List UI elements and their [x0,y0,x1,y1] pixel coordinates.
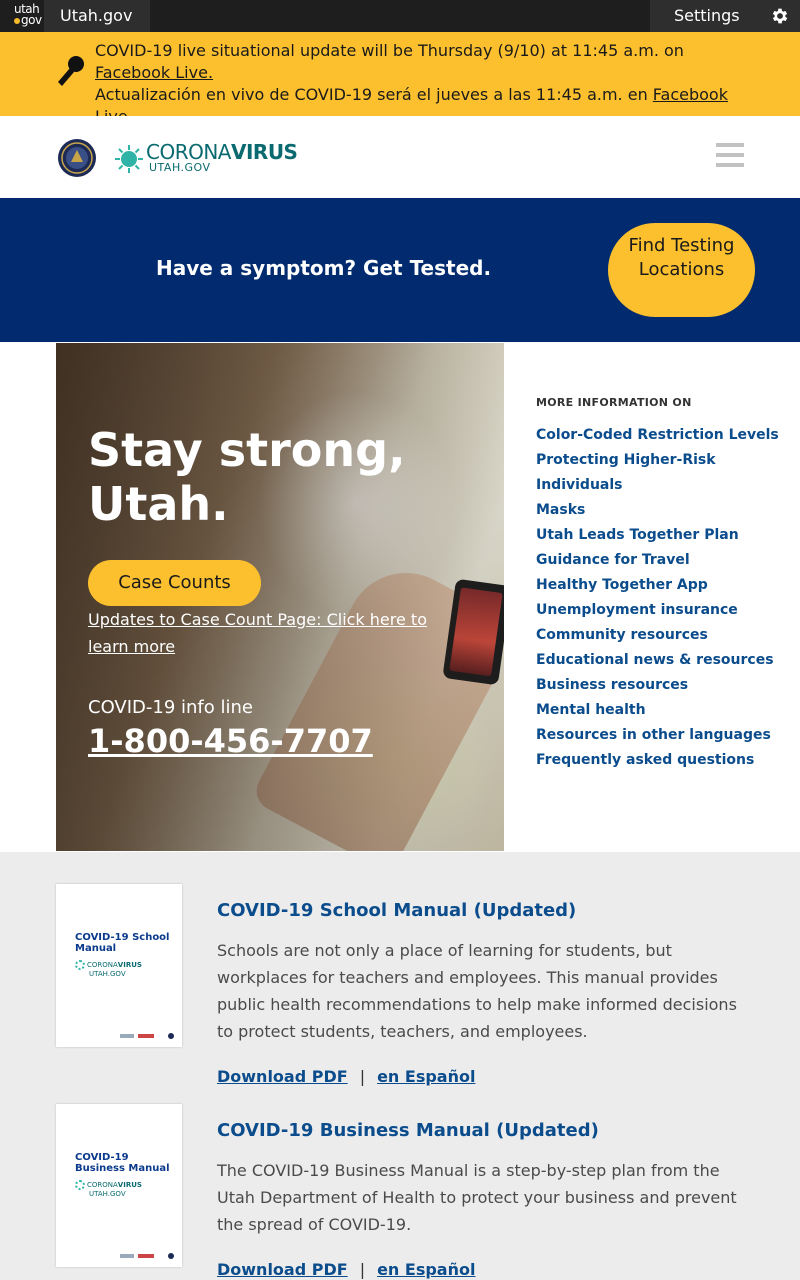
hero-title: Stay strong, Utah. [88,423,406,531]
manual-card-business: COVID-19 Business Manual CORONAVIRUS UTAH… [56,1104,756,1280]
spanish-pdf-link[interactable]: en Español [377,1067,475,1086]
info-line-label: COVID-19 info line [88,697,253,718]
manual-links: Download PDF | en Español [217,1067,475,1086]
more-info-link[interactable]: Healthy Together App [536,573,786,598]
more-info-link[interactable]: Guidance for Travel [536,548,786,573]
business-manual-thumbnail[interactable]: COVID-19 Business Manual CORONAVIRUS UTAH… [56,1104,182,1267]
manual-description: Schools are not only a place of learning… [217,941,737,1041]
alert-text: COVID-19 live situational update will be… [95,40,735,128]
thumb-title: COVID-19 School Manual [75,932,170,954]
more-info-link[interactable]: Business resources [536,673,786,698]
manual-title[interactable]: COVID-19 Business Manual (Updated) [217,1120,599,1141]
spanish-pdf-link[interactable]: en Español [377,1260,475,1279]
thumb-virus-icon [75,960,85,970]
thumb-logo: CORONAVIRUS UTAH.GOV [75,960,175,978]
logo-dot-icon [14,18,20,24]
download-pdf-link[interactable]: Download PDF [217,1260,348,1279]
more-info-heading: MORE INFORMATION ON [536,396,692,409]
testing-message: Have a symptom? Get Tested. [156,256,492,280]
manual-card-school: COVID-19 School Manual CORONAVIRUS UTAH.G… [56,884,756,1086]
thumb-virus-icon [75,1180,85,1190]
find-testing-button[interactable]: Find Testing Locations [608,223,755,317]
more-info-link[interactable]: Community resources [536,623,786,648]
more-info-link[interactable]: Frequently asked questions [536,748,786,773]
more-info-link[interactable]: Masks [536,498,786,523]
thumb-footer-logos-icon [120,1253,174,1259]
settings-button[interactable]: Settings [650,0,800,32]
case-count-updates-link[interactable]: Updates to Case Count Page: Click here t… [88,606,468,660]
more-info-link[interactable]: Educational news & resources [536,648,786,673]
alert-line1: COVID-19 live situational update will be… [95,41,684,60]
link-separator: | [359,1260,366,1279]
info-line-phone-link[interactable]: 1-800-456-7707 [88,722,373,760]
site-header: CORONAVIRUS UTAH.GOV [0,116,800,198]
more-info-link[interactable]: Resources in other languages [536,723,786,748]
gear-icon [772,8,788,24]
logo-subtext: UTAH.GOV [149,161,211,174]
more-info-link[interactable]: Color-Coded Restriction Levels [536,423,786,448]
manual-links: Download PDF | en Español [217,1260,475,1279]
alert-banner: COVID-19 live situational update will be… [0,32,800,126]
more-info-link[interactable]: Protecting Higher-Risk Individuals [536,448,786,498]
thumb-logo: CORONAVIRUS UTAH.GOV [75,1180,175,1198]
alert-line2: Actualización en vivo de COVID-19 será e… [95,85,653,104]
manuals-section: COVID-19 School Manual CORONAVIRUS UTAH.G… [0,852,800,1280]
more-info-link[interactable]: Mental health [536,698,786,723]
thumb-title: COVID-19 Business Manual [75,1152,170,1174]
site-name-link[interactable]: Utah.gov [44,0,150,32]
more-info-link[interactable]: Unemployment insurance [536,598,786,623]
utah-gov-logo[interactable]: utah gov [14,3,44,28]
manual-description: The COVID-19 Business Manual is a step-b… [217,1161,737,1234]
testing-banner: Have a symptom? Get Tested. Find Testing… [0,198,800,342]
coronavirus-utah-logo[interactable]: CORONAVIRUS UTAH.GOV [113,141,298,175]
logo-wordmark: CORONAVIRUS [146,140,298,164]
download-pdf-link[interactable]: Download PDF [217,1067,348,1086]
case-counts-button[interactable]: Case Counts [88,560,261,606]
link-separator: | [359,1067,366,1086]
logo-text-bottom: gov [21,13,42,27]
microphone-icon [58,56,84,86]
virus-icon [115,145,143,173]
menu-hamburger-icon[interactable] [716,143,744,169]
more-info-list: MORE INFORMATION ON Color-Coded Restrict… [536,396,786,773]
settings-label: Settings [674,6,740,25]
more-info-link[interactable]: Utah Leads Together Plan [536,523,786,548]
facebook-live-link[interactable]: Facebook Live. [95,63,213,82]
hero-panel: Stay strong, Utah. Case Counts Updates t… [56,343,504,851]
thumb-footer-logos-icon [120,1033,174,1039]
utah-gov-topbar: utah gov Utah.gov Settings [0,0,800,32]
school-manual-thumbnail[interactable]: COVID-19 School Manual CORONAVIRUS UTAH.G… [56,884,182,1047]
manual-title[interactable]: COVID-19 School Manual (Updated) [217,900,576,921]
utah-state-seal-icon[interactable] [57,138,97,178]
